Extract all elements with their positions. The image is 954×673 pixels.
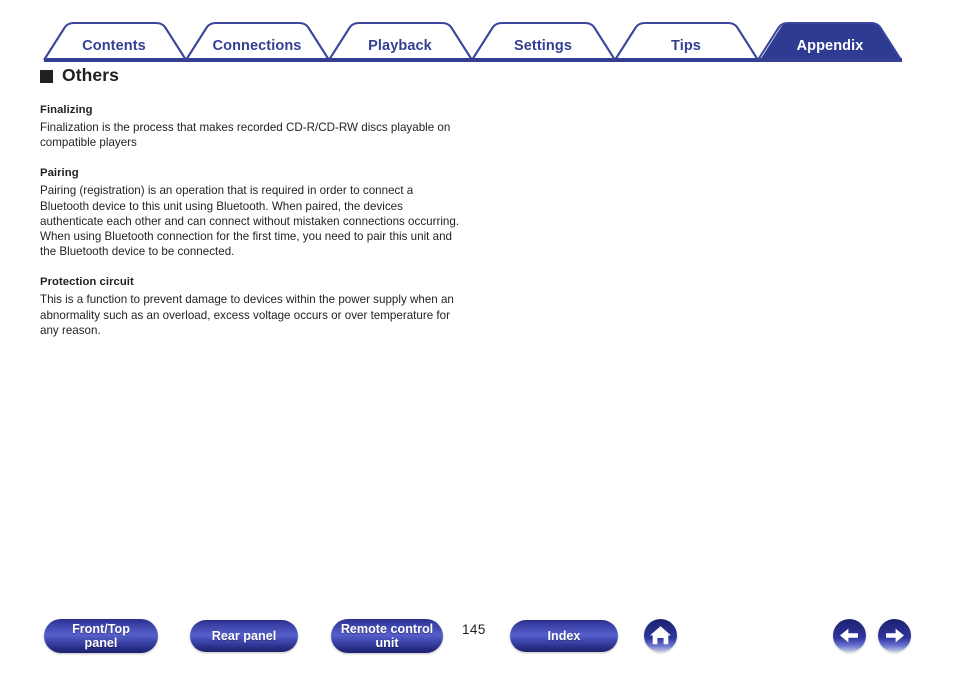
main-content: Others Finalizing Finalization is the pr… xyxy=(40,62,540,338)
term-description: Finalization is the process that makes r… xyxy=(40,121,451,150)
section-title-text: Others xyxy=(62,64,120,85)
tab-connections[interactable]: Connections xyxy=(213,38,302,54)
glossary-entry-pairing: Pairing Pairing (registration) is an ope… xyxy=(40,167,540,259)
term-label: Pairing xyxy=(40,167,79,180)
term-label: Protection circuit xyxy=(40,276,134,289)
home-button[interactable] xyxy=(644,619,677,652)
arrow-right-icon xyxy=(886,628,904,643)
term-description: Pairing (registration) is an operation t… xyxy=(40,184,460,259)
front-top-panel-button[interactable]: Front/Top panel xyxy=(44,619,158,653)
tab-appendix[interactable]: Appendix xyxy=(797,38,864,54)
glossary-entry-finalizing: Finalizing Finalization is the process t… xyxy=(40,104,540,150)
tab-contents[interactable]: Contents xyxy=(82,38,146,54)
glossary-entry-protection-circuit: Protection circuit This is a function to… xyxy=(40,276,540,338)
previous-page-button[interactable] xyxy=(833,619,866,652)
term-label: Finalizing xyxy=(40,104,93,116)
tab-bar: Contents Connections Playback Settings T… xyxy=(0,14,954,62)
remote-control-unit-button[interactable]: Remote control unit xyxy=(331,619,443,653)
tab-settings[interactable]: Settings xyxy=(514,38,572,54)
tab-playback[interactable]: Playback xyxy=(368,38,432,54)
square-bullet-icon xyxy=(40,69,53,83)
tab-tips[interactable]: Tips xyxy=(671,38,701,54)
index-button[interactable]: Index xyxy=(510,620,618,652)
term-description: This is a function to prevent damage to … xyxy=(40,293,454,337)
home-icon xyxy=(650,626,671,645)
next-page-button[interactable] xyxy=(878,619,911,652)
page-number: 145 xyxy=(462,622,486,637)
page-title: Others xyxy=(40,62,540,88)
arrow-left-icon xyxy=(840,628,858,643)
rear-panel-button[interactable]: Rear panel xyxy=(190,620,298,652)
